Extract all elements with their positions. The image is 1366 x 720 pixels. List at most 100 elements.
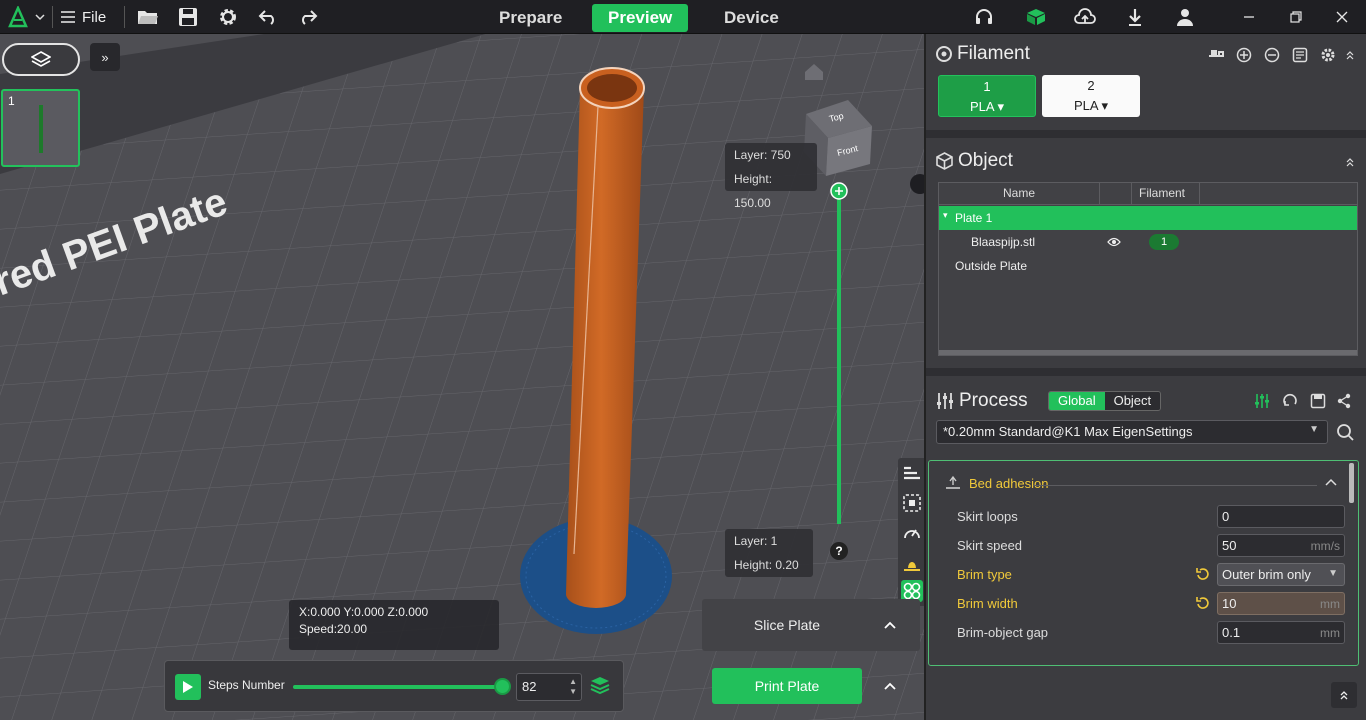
chevron-down-icon[interactable] [33, 5, 47, 29]
restore-icon[interactable] [1284, 5, 1308, 29]
horizontal-scrollbar[interactable] [939, 350, 1357, 355]
speedometer-icon[interactable] [901, 522, 923, 544]
tab-preview[interactable]: Preview [592, 4, 689, 32]
gear-icon[interactable] [216, 5, 240, 29]
legend-icon[interactable] [901, 462, 923, 484]
search-icon[interactable] [1336, 423, 1354, 441]
download-icon[interactable] [1123, 5, 1147, 29]
chevron-up-icon[interactable] [876, 611, 904, 639]
spin-arrows-icon[interactable]: ▲ ▼ [569, 677, 577, 697]
chevron-down-icon: ▼ [1328, 568, 1338, 579]
bed-adhesion-header[interactable]: Bed adhesion [945, 475, 1049, 491]
scroll-to-top-button[interactable] [1331, 682, 1357, 708]
column-header-filament[interactable]: Filament [1139, 186, 1185, 200]
steps-slider-thumb[interactable] [494, 678, 511, 695]
double-chevron-up-icon [1340, 691, 1348, 700]
filament-settings-icon[interactable] [1318, 45, 1338, 65]
right-settings-panel: Filament 1 PLA ▾ 2 PLA ▾ Object Name Fil… [924, 34, 1366, 720]
eye-icon[interactable] [1107, 237, 1121, 247]
tab-prepare[interactable]: Prepare [483, 4, 578, 32]
save-preset-icon[interactable] [1308, 391, 1328, 411]
share-icon[interactable] [1334, 391, 1354, 411]
section-divider [926, 130, 1366, 138]
edit-filament-icon[interactable] [1290, 45, 1310, 65]
cloud-upload-icon[interactable] [1073, 5, 1097, 29]
home-view-icon[interactable] [803, 62, 825, 82]
print-plate-button[interactable]: Print Plate [712, 668, 862, 704]
spool-icon [936, 46, 952, 62]
settings-scrollbar[interactable] [1349, 463, 1354, 503]
close-icon[interactable] [1330, 5, 1354, 29]
brim-object-gap-input[interactable]: 0.1 mm [1217, 621, 1345, 644]
object-row-plate[interactable]: ▾ Plate 1 [939, 206, 1357, 230]
preview-side-toolbar [898, 458, 924, 606]
file-menu-button[interactable]: File [60, 6, 106, 28]
field-value: 50 [1222, 538, 1237, 553]
minimize-icon[interactable] [1237, 5, 1261, 29]
help-button[interactable]: ? [830, 542, 848, 560]
chevron-up-icon[interactable] [876, 672, 904, 700]
section-divider [926, 368, 1366, 376]
filament-badge[interactable]: 1 [1149, 234, 1179, 250]
3d-preview-viewport[interactable]: red PEI Plate Top Front » 1 Layer: 750 H… [0, 34, 924, 720]
skirt-loops-input[interactable]: 0 [1217, 505, 1345, 528]
plate-thumbnail[interactable]: 1 [1, 89, 80, 167]
compare-icon[interactable] [1280, 391, 1300, 411]
toolbar-divider [52, 6, 53, 28]
brim-width-input[interactable]: 10 mm [1217, 592, 1345, 615]
field-value: Outer brim only [1222, 567, 1311, 582]
scope-object-button[interactable]: Object [1104, 392, 1161, 410]
undo-icon[interactable] [256, 5, 280, 29]
group-divider [1033, 485, 1317, 486]
process-section-title: Process [936, 390, 1028, 412]
setting-skirt-speed: Skirt speed 50 mm/s [957, 533, 1347, 559]
reset-icon[interactable] [1195, 566, 1211, 582]
slice-plate-button[interactable]: Slice Plate [702, 599, 872, 651]
position-readout: X:0.000 Y:0.000 Z:0.000 Speed:20.00 [289, 600, 499, 650]
tab-device[interactable]: Device [708, 4, 795, 32]
collapse-icon[interactable] [1340, 45, 1360, 65]
setting-label: Skirt loops [957, 509, 1018, 524]
setting-brim-width: Brim width 10 mm [957, 591, 1347, 617]
play-button[interactable] [175, 674, 201, 700]
layer-stack-icon[interactable] [589, 675, 611, 697]
layer-top-height: Height: 150.00 [734, 172, 773, 210]
chevron-up-icon[interactable] [1325, 478, 1337, 486]
column-header-name[interactable]: Name [1003, 186, 1035, 200]
speed-text: Speed:20.00 [299, 622, 368, 636]
brim-type-dropdown[interactable]: Outer brim only ▼ [1217, 563, 1345, 586]
process-preset-dropdown[interactable]: *0.20mm Standard@K1 Max EigenSettings ▼ [936, 420, 1328, 444]
object-list: Name Filament ▾ Plate 1 Blaaspijp.stl 1 … [938, 182, 1358, 356]
expand-sidebar-button[interactable]: » [90, 43, 120, 71]
setting-label: Brim width [957, 596, 1018, 611]
model-store-icon[interactable] [1024, 5, 1048, 29]
redo-icon[interactable] [296, 5, 320, 29]
setting-skirt-loops: Skirt loops 0 [957, 504, 1347, 530]
steps-slider-track[interactable] [293, 685, 503, 689]
object-row-outside[interactable]: Outside Plate [939, 254, 1357, 278]
reset-icon[interactable] [1195, 595, 1211, 611]
setting-brim-type: Brim type Outer brim only ▼ [957, 562, 1347, 588]
hamburger-icon [61, 11, 75, 23]
filament-sync-icon[interactable] [1206, 45, 1226, 65]
select-region-icon[interactable] [901, 492, 923, 514]
add-filament-icon[interactable] [1234, 45, 1254, 65]
steps-number-label: Steps Number [208, 678, 285, 692]
scope-global-button[interactable]: Global [1049, 392, 1105, 410]
collapse-icon[interactable] [1340, 152, 1360, 172]
layer-bottom-height: Height: 0.20 [734, 558, 799, 572]
layers-toggle-button[interactable] [2, 43, 80, 76]
skirt-speed-input[interactable]: 50 mm/s [1217, 534, 1345, 557]
object-row-model[interactable]: Blaaspijp.stl 1 [939, 230, 1357, 254]
save-icon[interactable] [176, 5, 200, 29]
advanced-settings-icon[interactable] [1252, 391, 1272, 411]
remove-filament-icon[interactable] [1262, 45, 1282, 65]
user-avatar-icon[interactable] [1173, 5, 1197, 29]
bed-adhesion-icon[interactable] [901, 552, 923, 574]
open-folder-icon[interactable] [136, 5, 160, 29]
headset-icon[interactable] [972, 5, 996, 29]
steps-number-input[interactable]: 82 ▲ ▼ [516, 673, 582, 701]
filament-card-1[interactable]: 1 PLA ▾ [938, 75, 1036, 117]
app-logo-icon[interactable] [8, 5, 32, 29]
filament-card-2[interactable]: 2 PLA ▾ [1042, 75, 1140, 117]
